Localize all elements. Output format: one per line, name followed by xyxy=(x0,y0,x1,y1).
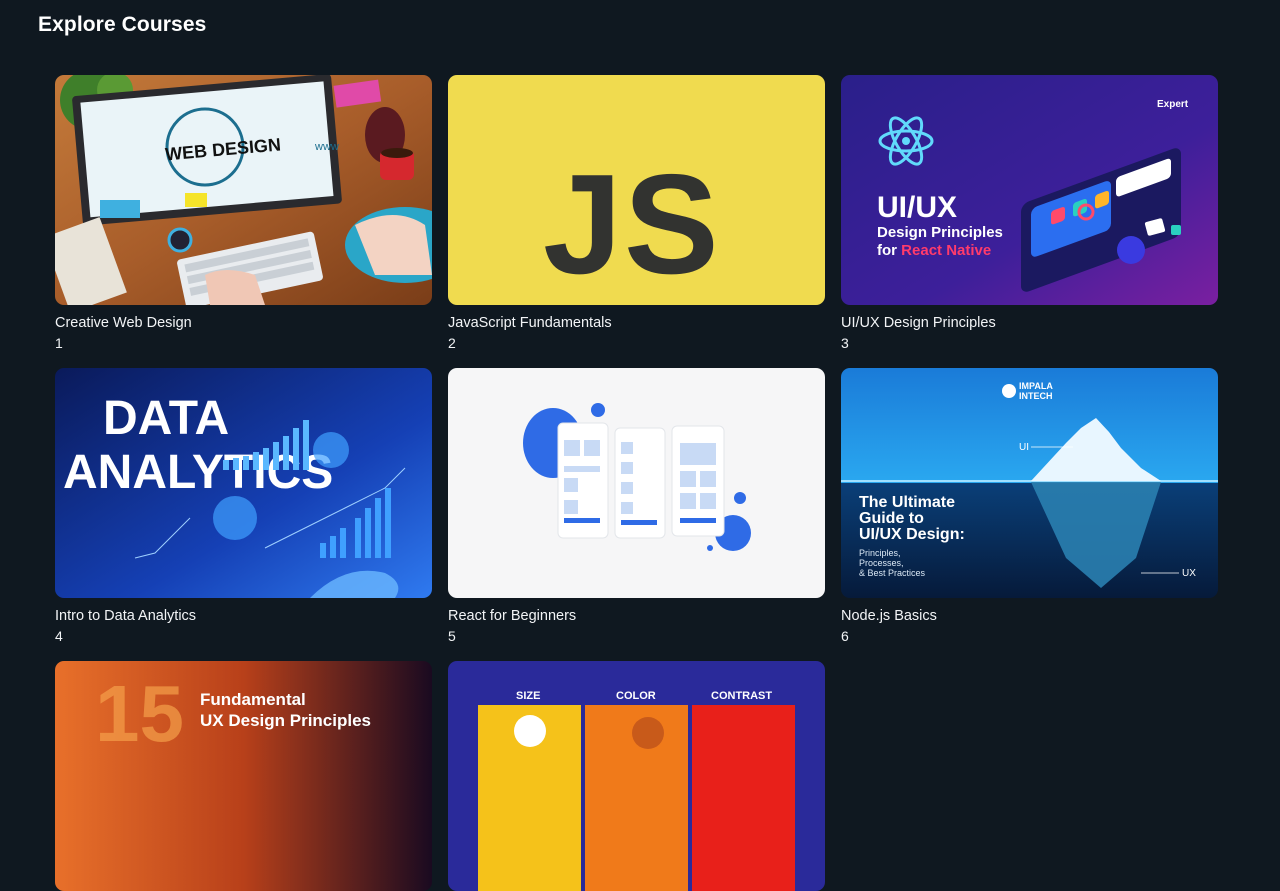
thumb-brand-text: Expert xyxy=(1157,99,1189,110)
course-title: React for Beginners xyxy=(448,608,577,624)
thumb-brand1: IMPALA xyxy=(1019,381,1053,391)
thumb-line2a: for xyxy=(877,242,901,259)
thumb-col3: CONTRAST xyxy=(711,690,772,702)
course-card[interactable]: 15 Fundamental UX Design Principles xyxy=(55,661,432,891)
course-card[interactable]: React for Beginners 5 xyxy=(448,368,825,646)
course-card[interactable]: SIZE COLOR CONTRAST xyxy=(448,661,825,891)
course-title: UI/UX Design Principles xyxy=(841,315,996,331)
thumb-js-logo-text: JS xyxy=(543,145,721,304)
thumb-brand2: INTECH xyxy=(1019,391,1053,401)
course-title: Node.js Basics xyxy=(841,608,937,624)
thumb-h2: Guide to xyxy=(859,510,924,527)
course-thumbnail-ux-principles[interactable]: 15 Fundamental UX Design Principles xyxy=(55,661,432,891)
thumb-h3: UI/UX Design: xyxy=(859,526,965,543)
course-card[interactable]: JS JavaScript Fundamentals 2 xyxy=(448,75,825,353)
course-card[interactable]: WEB DESIGN www Creative Web Design 1 xyxy=(55,75,432,353)
course-title: Creative Web Design xyxy=(55,315,192,331)
course-thumbnail-react-beginners[interactable] xyxy=(448,368,825,598)
course-thumbnail-data-analytics[interactable]: DATA ANALYTICS xyxy=(55,368,432,598)
thumb-line1: Fundamental xyxy=(200,690,306,709)
course-card[interactable]: Expert UI/UX Design Principles for React… xyxy=(841,75,1218,353)
thumb-label-ux: UX xyxy=(1182,568,1196,579)
thumb-heading: UI/UX xyxy=(877,191,957,224)
thumb-line2: ANALYTICS xyxy=(63,446,333,499)
thumb-label-ui: UI xyxy=(1019,442,1029,453)
course-thumbnail-uiux-react-native[interactable]: Expert UI/UX Design Principles for React… xyxy=(841,75,1218,305)
course-number: 6 xyxy=(841,628,849,644)
thumb-line2b: React Native xyxy=(901,242,991,259)
course-thumbnail-javascript[interactable]: JS xyxy=(448,75,825,305)
course-number: 5 xyxy=(448,628,456,644)
course-thumbnail-web-design[interactable]: WEB DESIGN www xyxy=(55,75,432,305)
course-number: 4 xyxy=(55,628,63,644)
thumb-col1: SIZE xyxy=(516,690,540,702)
course-card[interactable]: IMPALA INTECH UI UX The Ultimate Guide t… xyxy=(841,368,1218,646)
course-title: JavaScript Fundamentals xyxy=(448,315,612,331)
course-thumbnail-visual-design[interactable]: SIZE COLOR CONTRAST xyxy=(448,661,825,891)
course-number: 2 xyxy=(448,335,456,351)
thumb-col2: COLOR xyxy=(616,690,656,702)
thumb-line2: UX Design Principles xyxy=(200,711,371,730)
thumb-s3: & Best Practices xyxy=(859,568,926,578)
thumb-line1: DATA xyxy=(103,392,229,445)
course-number: 3 xyxy=(841,335,849,351)
course-title: Intro to Data Analytics xyxy=(55,608,197,624)
thumb-s1: Principles, xyxy=(859,548,901,558)
course-thumbnail-nodejs[interactable]: IMPALA INTECH UI UX The Ultimate Guide t… xyxy=(841,368,1218,598)
thumb-web-design-www: www xyxy=(314,141,339,153)
course-number: 1 xyxy=(55,335,63,351)
thumb-line1: Design Principles xyxy=(877,224,1003,241)
thumb-h1: The Ultimate xyxy=(859,494,955,511)
thumb-s2: Processes, xyxy=(859,558,904,568)
svg-text:for React Native: for React Native xyxy=(877,242,991,259)
page-title: Explore Courses xyxy=(38,13,207,36)
thumb-number: 15 xyxy=(95,669,184,758)
course-card[interactable]: DATA ANALYTICS Intro to Data Analytics 4 xyxy=(55,368,432,646)
